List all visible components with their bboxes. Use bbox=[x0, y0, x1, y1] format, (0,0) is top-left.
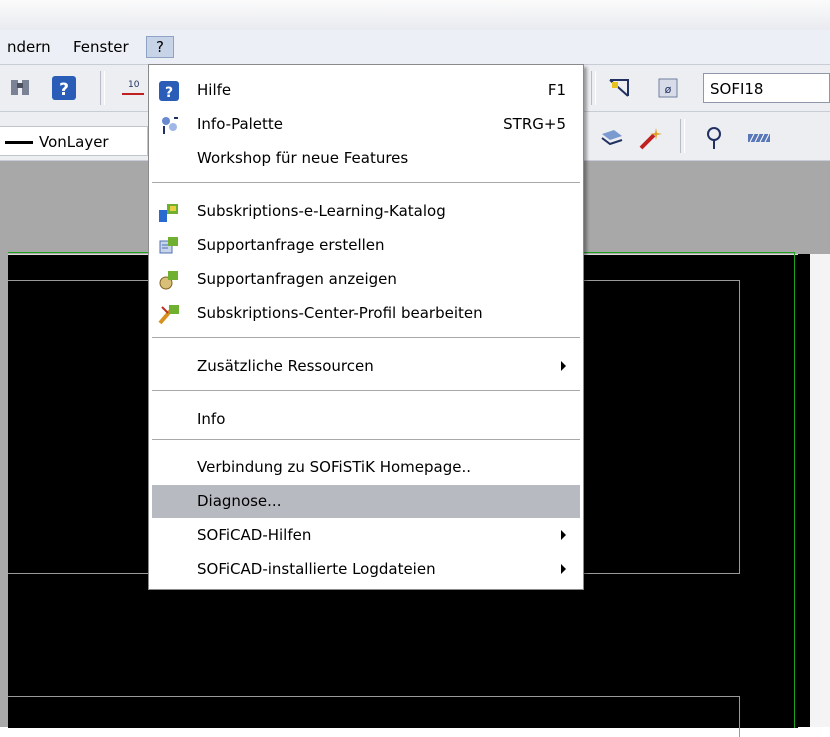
menu-item-label: SOFiCAD-Hilfen bbox=[197, 526, 312, 544]
menu-item-elearning[interactable]: Subskriptions-e-Learning-Katalog bbox=[152, 195, 580, 228]
menu-item-shortcut: F1 bbox=[547, 81, 566, 99]
submenu-arrow-icon bbox=[561, 564, 566, 574]
linetype-field[interactable]: VonLayer bbox=[0, 126, 148, 156]
help-dropdown-menu: ? Hilfe F1 Info-Palette STRG+5 Workshop … bbox=[148, 64, 584, 590]
canvas-right-margin bbox=[810, 254, 830, 727]
canvas-right-strip bbox=[798, 254, 810, 727]
menu-item-label: Verbindung zu SOFiSTiK Homepage.. bbox=[197, 458, 471, 476]
menu-item-profile-edit[interactable]: Subskriptions-Center-Profil bearbeiten bbox=[152, 297, 580, 330]
menu-item-shortcut: STRG+5 bbox=[503, 115, 566, 133]
menu-item-label: Info-Palette bbox=[197, 115, 284, 133]
toolbar-separator bbox=[680, 119, 685, 153]
magic-wand-icon[interactable] bbox=[636, 124, 664, 152]
help-icon: ? bbox=[158, 80, 180, 102]
menu-item-label: Supportanfrage erstellen bbox=[197, 236, 385, 254]
linetype-swatch bbox=[5, 141, 33, 144]
menu-item-label: Subskriptions-Center-Profil bearbeiten bbox=[197, 304, 483, 322]
menu-separator bbox=[152, 439, 580, 440]
submenu-arrow-icon bbox=[561, 361, 566, 371]
elearning-icon bbox=[158, 201, 180, 223]
profile-edit-icon bbox=[158, 303, 180, 325]
menu-separator bbox=[152, 337, 580, 338]
window-top-strip bbox=[0, 0, 830, 30]
menu-item-label: Hilfe bbox=[197, 81, 232, 99]
dimension-icon[interactable]: 10 bbox=[118, 74, 146, 102]
menu-item-homepage[interactable]: Verbindung zu SOFiSTiK Homepage.. bbox=[152, 451, 580, 484]
style-field[interactable]: SOFI18 bbox=[703, 73, 830, 103]
toolbar-separator bbox=[100, 71, 105, 105]
info-palette-icon bbox=[158, 114, 180, 136]
binoculars-icon[interactable] bbox=[6, 74, 34, 102]
menu-item-hilfe[interactable]: ? Hilfe F1 bbox=[152, 74, 580, 107]
svg-text:?: ? bbox=[59, 80, 69, 100]
svg-text:ø: ø bbox=[665, 83, 672, 96]
menu-item-workshop[interactable]: Workshop für neue Features bbox=[152, 142, 580, 175]
menu-fenster[interactable]: Fenster bbox=[70, 37, 132, 57]
menu-item-label: Supportanfragen anzeigen bbox=[197, 270, 397, 288]
submenu-arrow-icon bbox=[561, 530, 566, 540]
drawing-frame-gray-lower bbox=[8, 696, 740, 737]
render-style-icon[interactable]: ø bbox=[654, 74, 682, 102]
hatch-icon[interactable] bbox=[746, 124, 774, 152]
support-view-icon bbox=[158, 269, 180, 291]
toolbar-separator bbox=[591, 71, 596, 105]
menu-item-label: Workshop für neue Features bbox=[197, 149, 409, 167]
menu-item-soficad-logs[interactable]: SOFiCAD-installierte Logdateien bbox=[152, 553, 580, 586]
svg-text:?: ? bbox=[165, 85, 173, 101]
support-request-icon bbox=[158, 235, 180, 257]
menu-item-label: Zusätzliche Ressourcen bbox=[197, 357, 374, 375]
menu-item-info-palette[interactable]: Info-Palette STRG+5 bbox=[152, 108, 580, 141]
menu-aendern[interactable]: ndern bbox=[4, 37, 54, 57]
menu-help[interactable]: ? bbox=[146, 36, 174, 58]
menubar: ndern Fenster ? bbox=[0, 30, 830, 65]
menu-item-soficad-help[interactable]: SOFiCAD-Hilfen bbox=[152, 519, 580, 552]
menu-item-additional-resources[interactable]: Zusätzliche Ressourcen bbox=[152, 350, 580, 383]
svg-text:10: 10 bbox=[128, 80, 140, 90]
menu-item-support-request[interactable]: Supportanfrage erstellen bbox=[152, 229, 580, 262]
menu-item-diagnose[interactable]: Diagnose... bbox=[152, 485, 580, 518]
menu-item-label: SOFiCAD-installierte Logdateien bbox=[197, 560, 436, 578]
menu-item-label: Subskriptions-e-Learning-Katalog bbox=[197, 202, 446, 220]
menu-item-support-view[interactable]: Supportanfragen anzeigen bbox=[152, 263, 580, 296]
menu-item-label: Diagnose... bbox=[197, 492, 282, 510]
help-button-icon[interactable]: ? bbox=[50, 74, 78, 102]
construction-icon[interactable] bbox=[606, 74, 634, 102]
pin-icon[interactable] bbox=[700, 124, 728, 152]
menu-separator bbox=[152, 390, 580, 391]
layer-icon[interactable] bbox=[598, 124, 626, 152]
linetype-label: VonLayer bbox=[39, 133, 109, 151]
menu-item-info[interactable]: Info bbox=[152, 403, 580, 436]
menu-separator bbox=[152, 182, 580, 183]
menu-item-label: Info bbox=[197, 410, 226, 428]
